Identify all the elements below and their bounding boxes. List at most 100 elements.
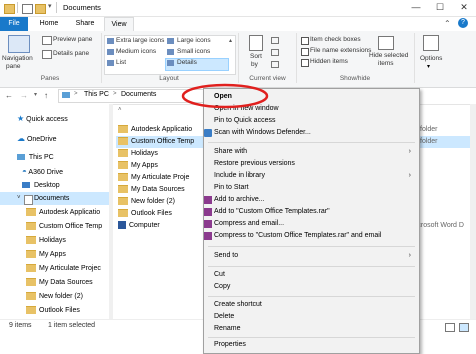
menu-item-rename[interactable]: Rename [204,323,419,335]
list-item[interactable]: Autodesk Applicatio [118,124,192,136]
sort-by-button[interactable]: Sort [250,53,262,60]
up-icon[interactable]: ↑ [44,91,48,100]
tab-view[interactable]: View [104,17,134,32]
new-folder-icon[interactable] [35,4,46,14]
list-item[interactable]: My Apps [118,160,158,172]
file-name-extensions-checkbox[interactable] [301,48,309,56]
navigation-pane-button-line2[interactable]: pane [6,63,20,70]
hidden-items-checkbox[interactable] [301,59,309,67]
sort-by-button-line2[interactable]: by [251,61,258,68]
details-option-selected[interactable] [165,58,229,71]
menu-item-add-archive[interactable]: Add to archive... [204,194,419,206]
list-item[interactable]: My Articulate Proje [118,172,189,184]
divider [101,33,102,83]
details-option[interactable]: Details [177,59,197,66]
context-menu: Open Open in new window Pin to Quick acc… [203,88,420,354]
chevron-right-icon: › [408,148,411,155]
tab-share[interactable]: Share [68,17,102,31]
medium-icons-option[interactable]: Medium icons [116,48,156,55]
breadcrumb-separator[interactable]: > [113,91,117,97]
menu-item-share-with[interactable]: Share with › [204,146,419,158]
large-icons-view-icon[interactable] [459,323,469,332]
sidebar-item-documents[interactable]: ˅ Documents [0,192,113,205]
group-by-icon[interactable] [271,37,279,44]
file-list-scrollbar[interactable] [470,104,476,319]
divider [238,33,239,83]
hide-selected-items-button[interactable]: Hide selected [369,52,408,59]
close-button[interactable]: ✕ [452,0,476,15]
sidebar-item-folder[interactable]: Autodesk Applicatio [26,206,100,219]
collapse-ribbon-icon[interactable]: ⌃ [444,19,451,28]
options-button[interactable]: Options [420,55,442,62]
sidebar-item-folder[interactable]: My Data Sources [26,276,93,289]
breadcrumb-this-pc[interactable]: This PC [84,91,109,98]
list-item[interactable]: Holidays [118,148,158,160]
menu-item-send-to[interactable]: Send to › [204,250,419,262]
sidebar-item-quick-access[interactable]: ★ Quick access [17,112,68,125]
sidebar-item-desktop[interactable]: Desktop [22,179,60,192]
minimize-button[interactable]: — [404,0,428,15]
item-check-boxes-checkbox[interactable] [301,37,309,45]
menu-item-cut[interactable]: Cut [204,269,419,281]
add-columns-icon[interactable] [271,49,279,56]
tab-file[interactable]: File [0,17,28,31]
hide-selected-items-button-line2[interactable]: items [378,60,394,67]
sidebar-item-folder[interactable]: New folder (2) [26,290,83,303]
breadcrumb-documents[interactable]: Documents [121,91,156,98]
properties-icon[interactable] [22,4,33,14]
menu-item-create-shortcut[interactable]: Create shortcut [204,299,419,311]
help-icon[interactable]: ? [458,18,468,28]
sidebar-item-folder[interactable]: My Apps [26,248,66,261]
type-cell: folder [420,138,438,145]
layout-scroll-icon[interactable]: ▴ [229,37,232,44]
menu-item-include-library[interactable]: Include in library › [204,170,419,182]
menu-item-restore[interactable]: Restore previous versions [204,158,419,170]
maximize-button[interactable]: ☐ [428,0,452,15]
menu-item-properties[interactable]: Properties [204,339,419,351]
menu-item-copy[interactable]: Copy [204,281,419,293]
menu-item-label: Create shortcut [214,301,262,308]
nav-scrollbar[interactable] [109,104,113,319]
large-icons-option[interactable]: Large icons [177,37,211,44]
breadcrumb-separator[interactable]: > [74,91,78,97]
recent-locations-icon[interactable]: ▾ [34,91,37,98]
extra-large-icons-icon [107,38,114,44]
size-columns-icon[interactable] [271,61,279,68]
forward-icon[interactable]: → [20,91,28,100]
navigation-pane-button[interactable]: Navigation [2,55,33,62]
sidebar-item-a360[interactable]: ◓ A360 Drive [22,165,63,178]
list-item[interactable]: Computer [118,220,160,232]
sidebar-item-folder[interactable]: Holidays [26,234,66,247]
list-item[interactable]: New folder (2) [118,196,175,208]
menu-item-add-rar[interactable]: Add to "Custom Office Templates.rar" [204,206,419,218]
menu-item-compress-rar-email[interactable]: Compress to "Custom Office Templates.rar… [204,230,419,242]
list-option[interactable]: List [116,59,126,66]
details-icon [167,60,174,66]
sidebar-item-label: A360 Drive [28,169,64,176]
list-item[interactable]: My Data Sources [118,184,185,196]
menu-item-pin-quick-access[interactable]: Pin to Quick access [204,115,419,127]
list-item[interactable]: Outlook Files [118,208,172,220]
extra-large-icons-option[interactable]: Extra large icons [116,37,164,44]
menu-item-compress-email[interactable]: Compress and email... [204,218,419,230]
menu-item-delete[interactable]: Delete [204,311,419,323]
preview-pane-icon [42,36,52,45]
small-icons-option[interactable]: Small icons [177,48,210,55]
details-pane-button[interactable]: Details pane [53,50,89,57]
back-icon[interactable]: ← [5,91,13,100]
winrar-icon [204,232,212,240]
sidebar-item-folder[interactable]: My Articulate Projec [26,262,101,275]
preview-pane-button[interactable]: Preview pane [53,36,92,43]
chevron-down-icon[interactable]: ▾ [427,63,430,70]
customize-quick-access-icon[interactable]: ▾ [48,2,52,10]
sidebar-item-this-pc[interactable]: This PC [17,151,54,164]
sidebar-item-folder[interactable]: Outlook Files [26,304,80,317]
sidebar-item-folder[interactable]: Custom Office Temp [26,220,102,233]
menu-item-scan[interactable]: Scan with Windows Defender... [204,127,419,139]
menu-item-pin-start[interactable]: Pin to Start [204,182,419,194]
tab-home[interactable]: Home [32,17,66,31]
name-column-header-sort-icon[interactable]: ˄ [118,107,122,113]
sidebar-item-onedrive[interactable]: ☁ OneDrive [17,132,57,145]
chevron-down-icon[interactable]: ˅ [17,192,21,205]
details-view-icon[interactable] [445,323,455,332]
